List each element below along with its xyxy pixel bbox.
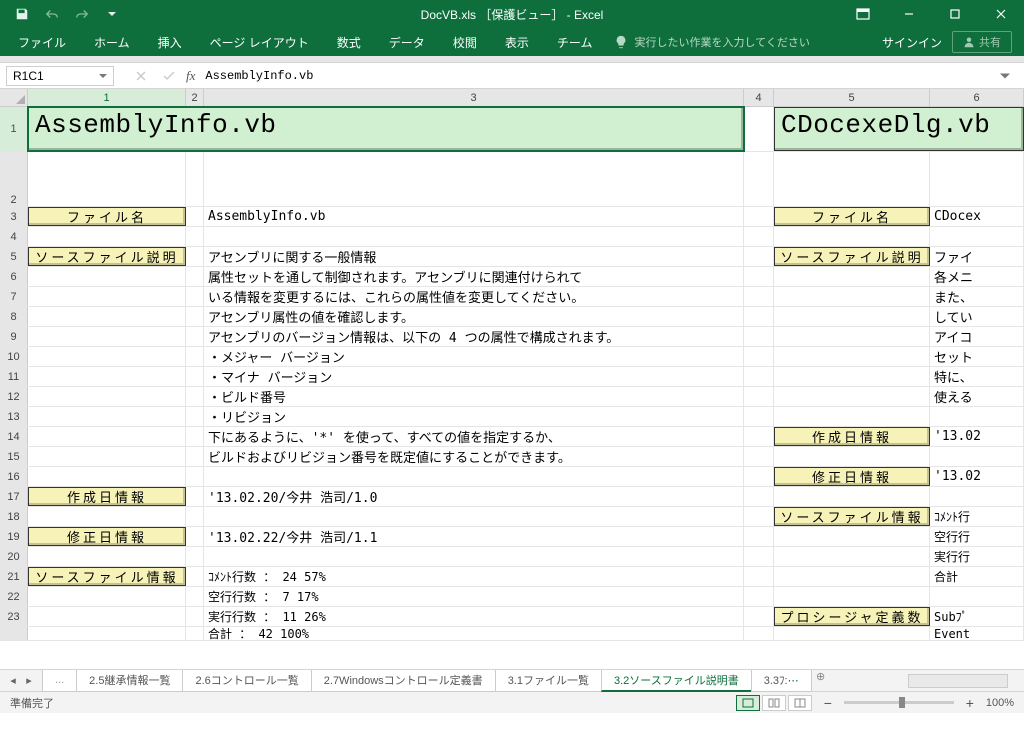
add-sheet-icon[interactable]: ⊕ (811, 670, 831, 692)
sheet-tab-0[interactable]: 2.5継承情報一覧 (76, 670, 183, 692)
col-header-3[interactable]: 3 (204, 89, 744, 106)
zoom-level[interactable]: 100% (986, 697, 1014, 709)
tab-view[interactable]: 表示 (491, 28, 543, 56)
window-title: DocVB.xls ［保護ビュー］ - Excel (421, 6, 604, 23)
bulb-icon (614, 35, 628, 49)
qat-dropdown-icon[interactable] (98, 2, 126, 26)
view-pagelayout-icon[interactable] (762, 695, 786, 711)
col-header-2[interactable]: 2 (186, 89, 204, 106)
view-pagebreak-icon[interactable] (788, 695, 812, 711)
view-normal-icon[interactable] (736, 695, 760, 711)
ribbon-display-icon[interactable] (840, 0, 886, 28)
share-button[interactable]: 共有 (952, 31, 1012, 53)
cell-title-right[interactable]: CDocexeDlg.vb (774, 107, 1024, 151)
tab-data[interactable]: データ (375, 28, 439, 56)
enter-formula-icon[interactable] (156, 66, 182, 86)
sheet-tab-4[interactable]: 3.2ソースファイル説明書 (601, 670, 752, 692)
tab-file[interactable]: ファイル (4, 28, 80, 56)
chevron-down-icon[interactable] (99, 72, 107, 80)
row-header-1[interactable]: 1 (0, 107, 28, 151)
label-filename[interactable]: ファイル名 (28, 207, 186, 226)
col-header-5[interactable]: 5 (774, 89, 930, 106)
worksheet-grid[interactable]: 1 AssemblyInfo.vb CDocexeDlg.vb 2 3 ファイル… (0, 107, 1024, 641)
cancel-formula-icon[interactable] (128, 66, 154, 86)
col-header-4[interactable]: 4 (744, 89, 774, 106)
maximize-button[interactable] (932, 0, 978, 28)
select-all-button[interactable] (0, 89, 28, 106)
redo-icon[interactable] (68, 2, 96, 26)
save-icon[interactable] (8, 2, 36, 26)
fx-icon[interactable]: fx (186, 68, 195, 84)
zoom-in-button[interactable]: + (964, 695, 976, 711)
cell-title-left[interactable]: AssemblyInfo.vb (28, 107, 744, 151)
sheet-tab-trunc[interactable]: 3.3ﾌ: ⋯ (751, 670, 812, 692)
sheet-nav-first-icon[interactable]: ◂ (6, 674, 20, 687)
col-header-6[interactable]: 6 (930, 89, 1024, 106)
sheet-tab-1[interactable]: 2.6コントロール一覧 (182, 670, 311, 692)
sheet-tab-overflow[interactable]: ... (42, 670, 77, 692)
tab-formulas[interactable]: 数式 (323, 28, 375, 56)
expand-formula-icon[interactable] (1000, 71, 1018, 81)
horizontal-scrollbar[interactable] (908, 674, 1008, 688)
signin-link[interactable]: サインイン (882, 34, 942, 51)
tab-pagelayout[interactable]: ページ レイアウト (196, 28, 323, 56)
minimize-button[interactable] (886, 0, 932, 28)
formula-input[interactable] (201, 66, 998, 86)
tab-review[interactable]: 校閲 (439, 28, 491, 56)
zoom-out-button[interactable]: − (822, 695, 834, 711)
name-box[interactable]: R1C1 (6, 66, 114, 86)
tab-team[interactable]: チーム (543, 28, 607, 56)
tab-home[interactable]: ホーム (80, 28, 144, 56)
close-button[interactable] (978, 0, 1024, 28)
sheet-tab-2[interactable]: 2.7Windowsコントロール定義書 (311, 670, 496, 692)
col-header-1[interactable]: 1 (28, 89, 186, 106)
person-icon (963, 36, 975, 48)
status-ready: 準備完了 (10, 695, 54, 711)
undo-icon[interactable] (38, 2, 66, 26)
sheet-nav-next-icon[interactable]: ▸ (22, 674, 36, 687)
tab-insert[interactable]: 挿入 (144, 28, 196, 56)
zoom-slider[interactable] (844, 701, 954, 704)
tell-me[interactable]: 実行したい作業を入力してください (614, 34, 809, 50)
sheet-tab-3[interactable]: 3.1ファイル一覧 (495, 670, 602, 692)
